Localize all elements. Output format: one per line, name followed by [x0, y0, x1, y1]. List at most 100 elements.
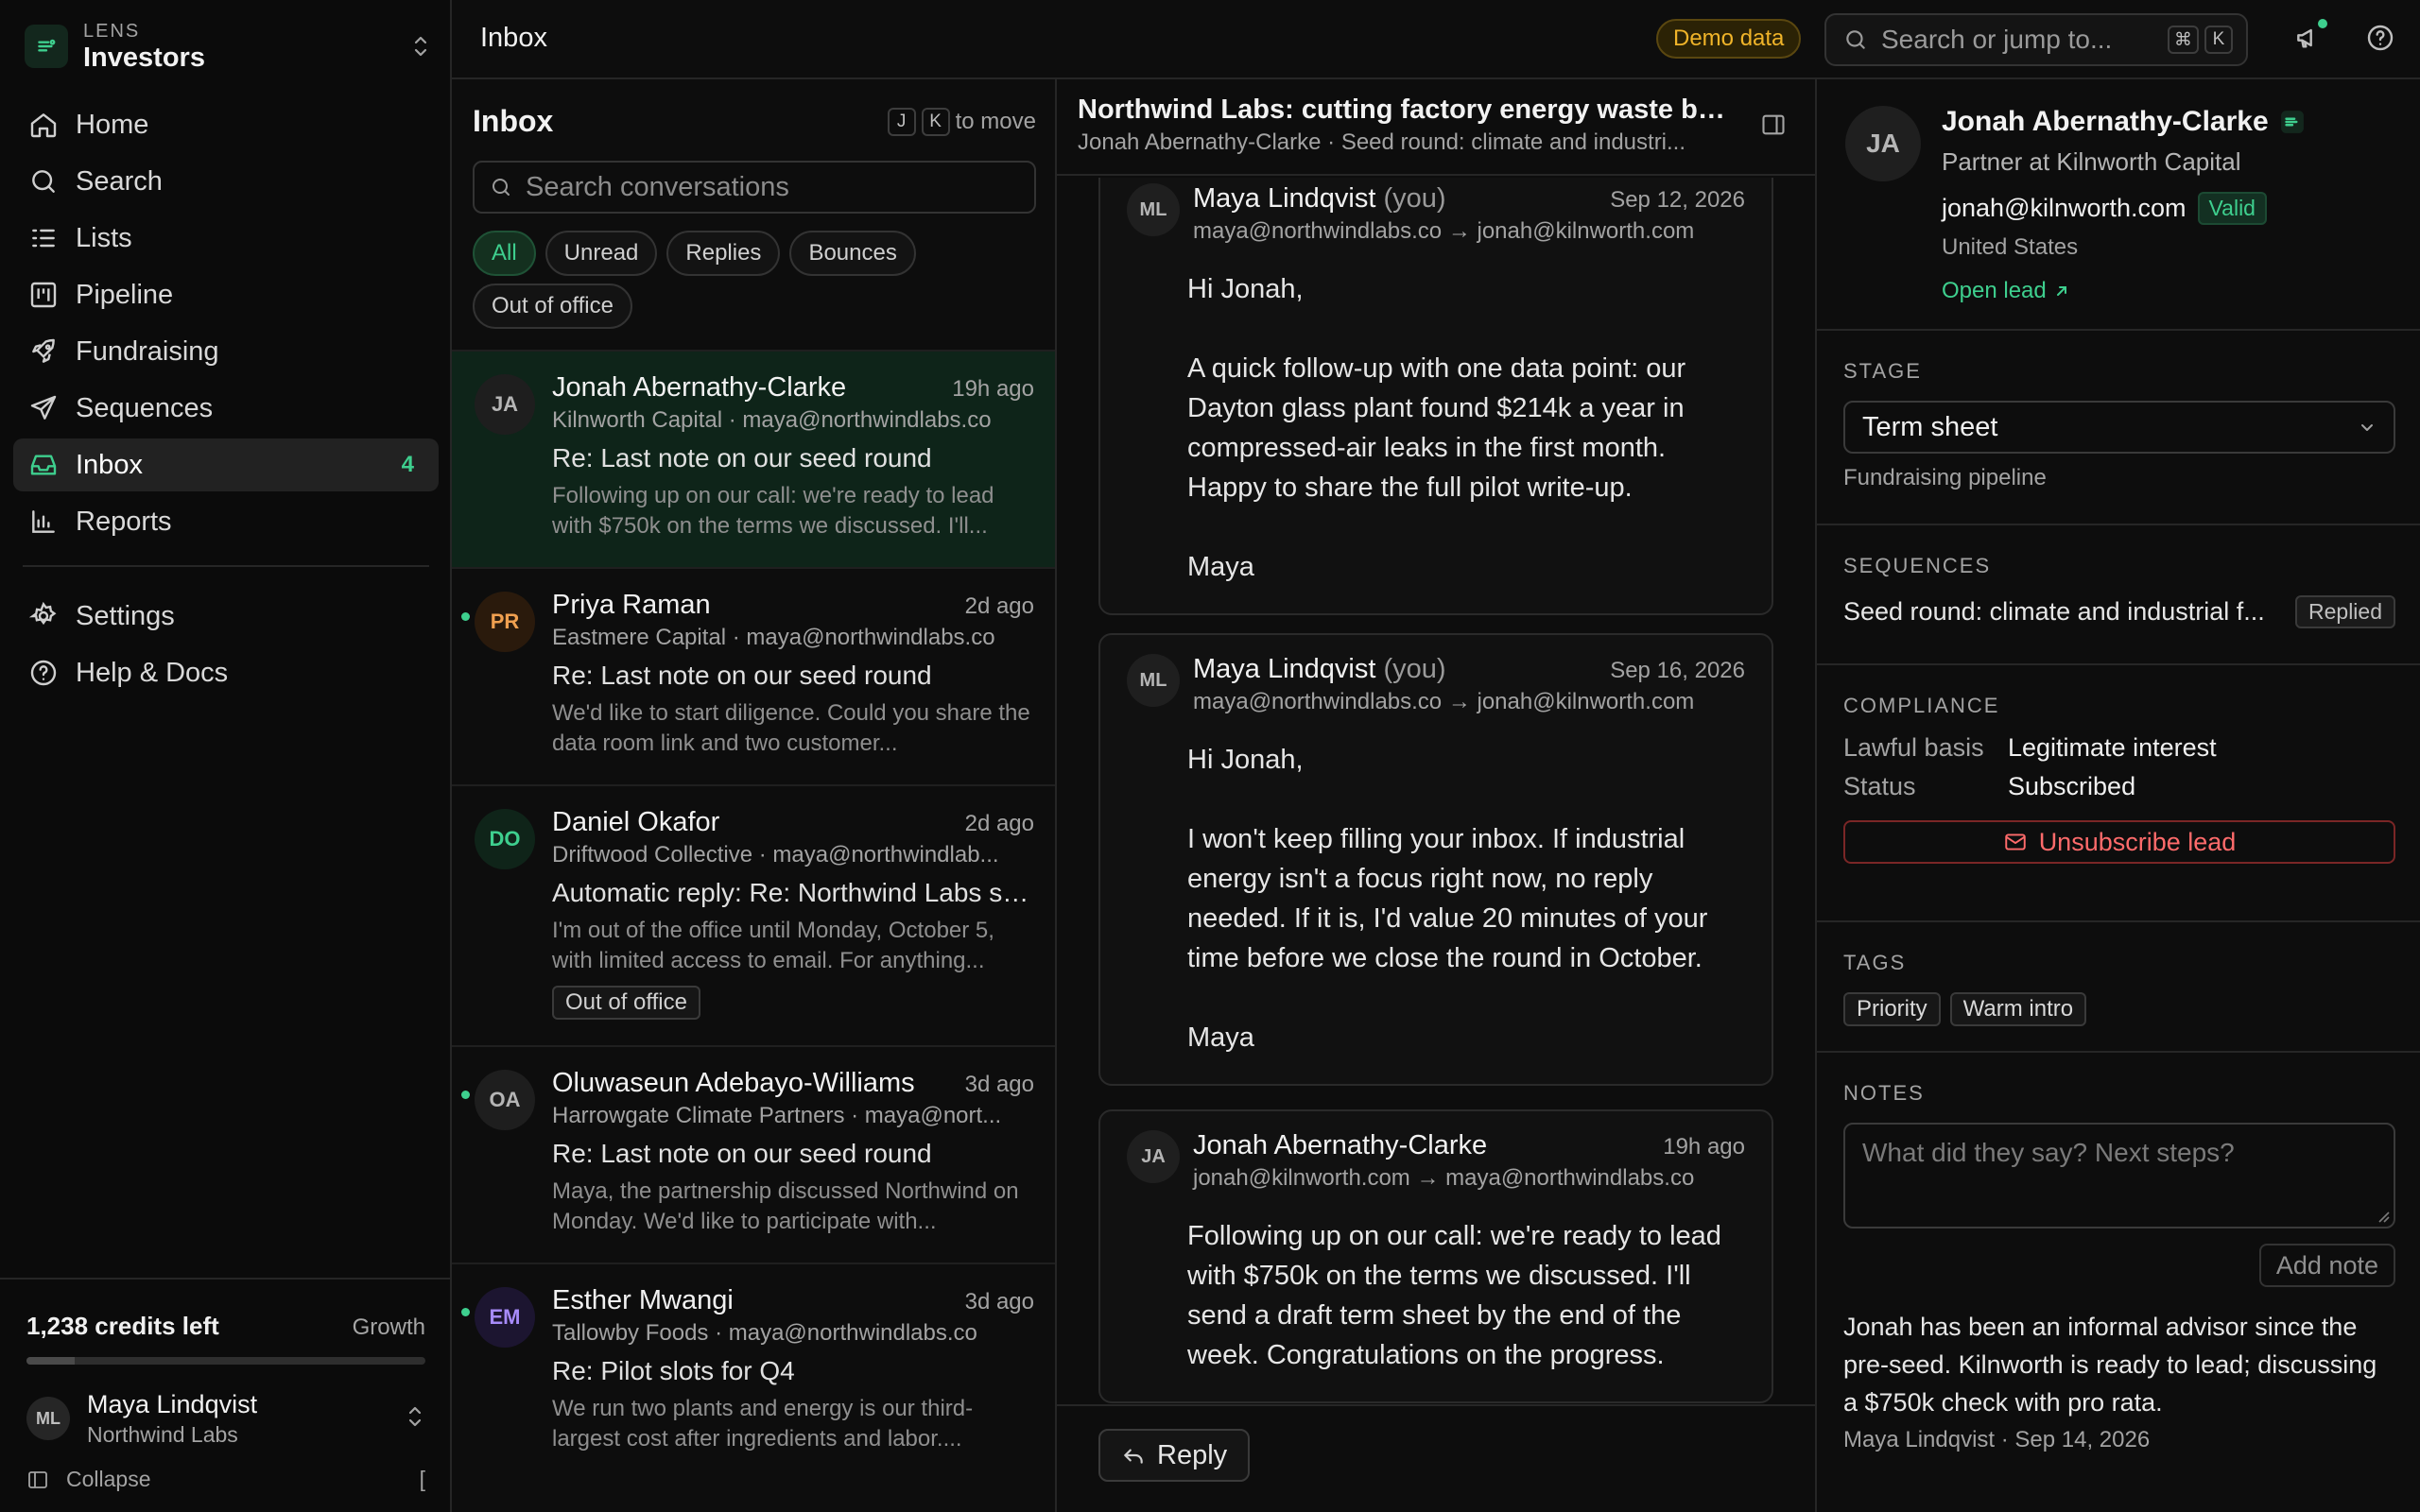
sequence-status-badge: Replied [2295, 595, 2395, 628]
conversation-item[interactable]: OA Oluwaseun Adebayo-Williams 3d ago Har… [452, 1045, 1055, 1263]
conversation-meta: Harrowgate Climate Partners · maya@nort.… [552, 1103, 1002, 1128]
status-value: Subscribed [2008, 772, 2136, 800]
global-search-input[interactable]: Search or jump to... ⌘ K [1824, 13, 2248, 66]
chevron-up-down-icon [405, 1404, 425, 1434]
filter-all[interactable]: All [473, 231, 536, 276]
conversation-snippet: Maya, the partnership discussed Northwin… [552, 1178, 1019, 1234]
filter-unread[interactable]: Unread [544, 231, 658, 276]
help-button[interactable] [2365, 23, 2395, 58]
filter-out-of-office[interactable]: Out of office [473, 284, 632, 329]
conversation-sender: Daniel Okafor [552, 807, 720, 837]
conversation-subject: Re: Last note on our seed round [552, 1139, 932, 1168]
nav-item-inbox[interactable]: Inbox 4 [13, 438, 439, 491]
thread-pane: Northwind Labs: cutting factory energy w… [1057, 79, 1815, 1512]
avatar: PR [475, 592, 535, 652]
account-switcher[interactable]: ML Maya Lindqvist Northwind Labs [26, 1385, 425, 1452]
conversation-item[interactable]: DO Daniel Okafor 2d ago Driftwood Collec… [452, 784, 1055, 1045]
nav-item-lists[interactable]: Lists [13, 212, 439, 265]
bar-chart-icon [32, 510, 55, 533]
conversation-meta: Tallowby Foods · maya@northwindlabs.co [552, 1320, 977, 1346]
workspace-switcher[interactable]: LENS Investors [25, 13, 431, 79]
section-label: COMPLIANCE [1843, 694, 2000, 717]
notes-placeholder: What did they say? Next steps? [1862, 1138, 2235, 1167]
nav-item-reports[interactable]: Reports [13, 495, 439, 548]
note-text: Jonah has been an informal advisor since… [1843, 1313, 2377, 1417]
plan-name: Growth [352, 1314, 425, 1340]
nav-item-search[interactable]: Search [13, 155, 439, 208]
conversation-tag: Out of office [552, 986, 700, 1020]
message-you-label: (you) [1383, 183, 1446, 214]
conversation-subject: Automatic reply: Re: Northwind Labs se..… [552, 878, 1034, 907]
account-area: 1,238 credits left Growth ML Maya Lindqv… [0, 1278, 452, 1512]
message-card: ML Maya Lindqvist (you) Sep 12, 2026 may… [1098, 178, 1773, 615]
kanban-icon [30, 282, 57, 308]
status-key: Status [1843, 772, 1916, 800]
conversation-time: 2d ago [964, 593, 1034, 619]
collapse-label: Collapse [66, 1467, 151, 1491]
nav-item-settings[interactable]: Settings [13, 590, 439, 643]
nav-item-fundraising[interactable]: Fundraising [13, 325, 439, 378]
reply-button[interactable]: Reply [1098, 1429, 1251, 1482]
open-lead-link[interactable]: Open lead [1942, 278, 2305, 304]
add-note-button[interactable]: Add note [2258, 1244, 2395, 1287]
unsubscribe-lead-button[interactable]: Unsubscribe lead [1843, 820, 2395, 864]
nav-item-pipeline[interactable]: Pipeline [13, 268, 439, 321]
conversation-list: JA Jonah Abernathy-Clarke 19h ago Kilnwo… [452, 350, 1055, 1480]
conversation-item[interactable]: EM Esther Mwangi 3d ago Tallowby Foods ·… [452, 1263, 1055, 1480]
stage-select[interactable]: Term sheet [1843, 401, 2395, 454]
avatar: ML [1127, 654, 1180, 707]
lawful-basis-key: Lawful basis [1843, 733, 1984, 762]
message-card: ML Maya Lindqvist (you) Sep 16, 2026 may… [1098, 633, 1773, 1086]
conversation-item[interactable]: JA Jonah Abernathy-Clarke 19h ago Kilnwo… [452, 350, 1055, 567]
notification-dot [2318, 19, 2327, 28]
conversation-subject: Re: Last note on our seed round [552, 443, 932, 472]
keyboard-hint: J K to move [887, 107, 1036, 136]
message-list: ML Maya Lindqvist (you) Sep 12, 2026 may… [1057, 178, 1815, 1408]
message-paragraph: Maya [1187, 552, 1254, 582]
conversation-time: 3d ago [964, 1289, 1034, 1314]
conversation-list-pane: Inbox J K to move Search conversations A… [452, 79, 1057, 1512]
nav-item-help[interactable]: Help & Docs [13, 646, 439, 699]
nav-item-sequences[interactable]: Sequences [13, 382, 439, 435]
list-icon [32, 229, 55, 248]
send-icon [30, 395, 57, 420]
toggle-details-panel-button[interactable] [1760, 112, 1787, 143]
conversation-sender: Oluwaseun Adebayo-Williams [552, 1068, 915, 1098]
search-placeholder: Search or jump to... [1881, 25, 2113, 54]
sidebar-collapse-icon [28, 1470, 47, 1488]
stage-section: STAGE Term sheet Fundraising pipeline [1817, 331, 2420, 525]
collapse-shortcut: [ [419, 1467, 425, 1491]
conversation-meta: Eastmere Capital · maya@northwindlabs.co [552, 625, 995, 650]
tag-warm-intro[interactable]: Warm intro [1949, 992, 2087, 1026]
conversation-item[interactable]: PR Priya Raman 2d ago Eastmere Capital ·… [452, 567, 1055, 784]
nav-label: Search [76, 165, 163, 197]
filter-replies[interactable]: Replies [666, 231, 781, 276]
announcements-button[interactable] [2293, 19, 2327, 58]
conversation-search-input[interactable]: Search conversations [473, 161, 1036, 214]
section-label: NOTES [1843, 1081, 1925, 1105]
nav-label: Fundraising [76, 335, 219, 367]
avatar: JA [1127, 1130, 1180, 1183]
notes-textarea[interactable]: What did they say? Next steps? [1843, 1123, 2395, 1228]
account-name: Maya Lindqvist [87, 1390, 258, 1418]
shortcut-key: K [2204, 26, 2233, 54]
reply-icon [1124, 1449, 1143, 1464]
avatar: EM [475, 1287, 535, 1348]
search-placeholder: Search conversations [526, 171, 789, 202]
tag-priority[interactable]: Priority [1843, 992, 1941, 1026]
lead-email[interactable]: jonah@kilnworth.com [1942, 194, 2187, 223]
nav-label: Pipeline [76, 279, 174, 310]
filter-bounces[interactable]: Bounces [789, 231, 916, 276]
shortcut-key: ⌘ [2168, 26, 2199, 54]
demo-data-badge: Demo data [1656, 19, 1802, 59]
collapse-sidebar-button[interactable]: Collapse [ [26, 1467, 425, 1492]
nav-label: Settings [76, 600, 175, 631]
conversation-meta: Driftwood Collective · maya@northwindlab… [552, 842, 999, 868]
sequence-name[interactable]: Seed round: climate and industrial f... [1843, 597, 2278, 627]
sequences-section: SEQUENCES Seed round: climate and indust… [1817, 525, 2420, 665]
help-icon [2367, 25, 2394, 51]
nav-label: Home [76, 109, 149, 140]
nav-item-home[interactable]: Home [13, 98, 439, 151]
chevron-down-icon [2361, 424, 2373, 431]
move-hint-text: to move [955, 108, 1036, 134]
